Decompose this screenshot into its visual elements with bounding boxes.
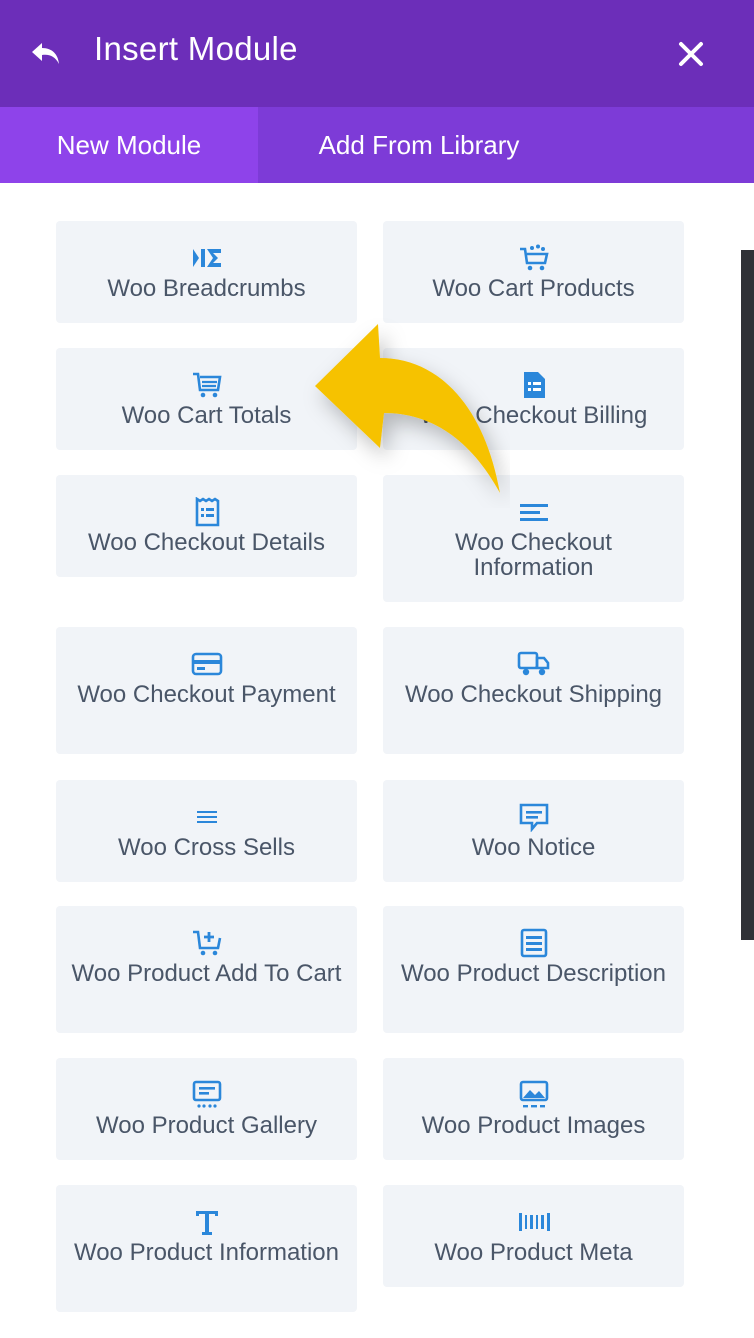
module-label: Woo Product Add To Cart (71, 960, 342, 987)
cart-products-icon (517, 243, 551, 273)
module-label: Woo Checkout Information (455, 529, 612, 581)
gallery-icon (190, 1080, 224, 1110)
module-woo-checkout-shipping[interactable]: Woo Checkout Shipping (383, 627, 684, 754)
module-label: Woo Product Information (73, 1239, 340, 1266)
close-icon (679, 42, 703, 66)
description-icon (517, 928, 551, 958)
module-label: Woo Cart Products (432, 275, 635, 302)
module-woo-product-description[interactable]: Woo Product Description (383, 906, 684, 1033)
list-lines-icon (190, 802, 224, 832)
module-woo-checkout-details[interactable]: Woo Checkout Details (56, 475, 357, 577)
breadcrumbs-icon (190, 243, 224, 273)
module-label: Woo Checkout Details (88, 529, 325, 556)
image-icon (517, 1080, 551, 1110)
modal-header: Insert Module (0, 0, 754, 107)
tab-new-module[interactable]: New Module (0, 107, 258, 183)
undo-arrow-icon (32, 43, 59, 64)
cart-plus-icon (190, 928, 224, 958)
module-label: Woo Checkout Payment (77, 681, 336, 708)
back-button[interactable] (26, 34, 66, 74)
module-label: Woo Product Description (400, 960, 666, 987)
module-label: Woo Cart Totals (121, 402, 292, 429)
receipt-icon (190, 497, 224, 527)
module-label: Woo Product Meta (434, 1239, 633, 1266)
cart-totals-icon (190, 370, 224, 400)
module-woo-product-meta[interactable]: Woo Product Meta (383, 1185, 684, 1287)
module-woo-checkout-payment[interactable]: Woo Checkout Payment (56, 627, 357, 754)
module-label: Woo Breadcrumbs (107, 275, 306, 302)
module-woo-breadcrumbs[interactable]: Woo Breadcrumbs (56, 221, 357, 323)
scrollbar[interactable] (741, 250, 754, 940)
module-label: Woo Notice (471, 834, 596, 861)
module-woo-product-add-to-cart[interactable]: Woo Product Add To Cart (56, 906, 357, 1033)
module-woo-checkout-information[interactable]: Woo Checkout Information (383, 475, 684, 602)
modal-title: Insert Module (94, 30, 298, 67)
text-lines-icon (517, 497, 551, 527)
tab-add-from-library[interactable]: Add From Library (258, 107, 580, 183)
tab-bar: New Module Add From Library (0, 107, 754, 183)
module-woo-checkout-billing[interactable]: Woo Checkout Billing (383, 348, 684, 450)
module-label: Woo Cross Sells (118, 834, 295, 861)
module-woo-product-images[interactable]: Woo Product Images (383, 1058, 684, 1160)
module-woo-product-gallery[interactable]: Woo Product Gallery (56, 1058, 357, 1160)
module-label: Woo Product Gallery (96, 1112, 317, 1139)
truck-icon (517, 649, 551, 679)
module-woo-cart-products[interactable]: Woo Cart Products (383, 221, 684, 323)
close-button[interactable] (670, 33, 712, 75)
credit-card-icon (190, 649, 224, 679)
module-woo-notice[interactable]: Woo Notice (383, 780, 684, 882)
module-woo-cart-totals[interactable]: Woo Cart Totals (56, 348, 357, 450)
document-icon (517, 370, 551, 400)
barcode-icon (517, 1207, 551, 1237)
text-t-icon (190, 1207, 224, 1237)
message-icon (517, 802, 551, 832)
module-label: Woo Checkout Billing (419, 402, 648, 429)
module-label: Woo Product Images (421, 1112, 646, 1139)
module-label: Woo Checkout Shipping (404, 681, 663, 708)
module-woo-cross-sells[interactable]: Woo Cross Sells (56, 780, 357, 882)
module-woo-product-information[interactable]: Woo Product Information (56, 1185, 357, 1312)
